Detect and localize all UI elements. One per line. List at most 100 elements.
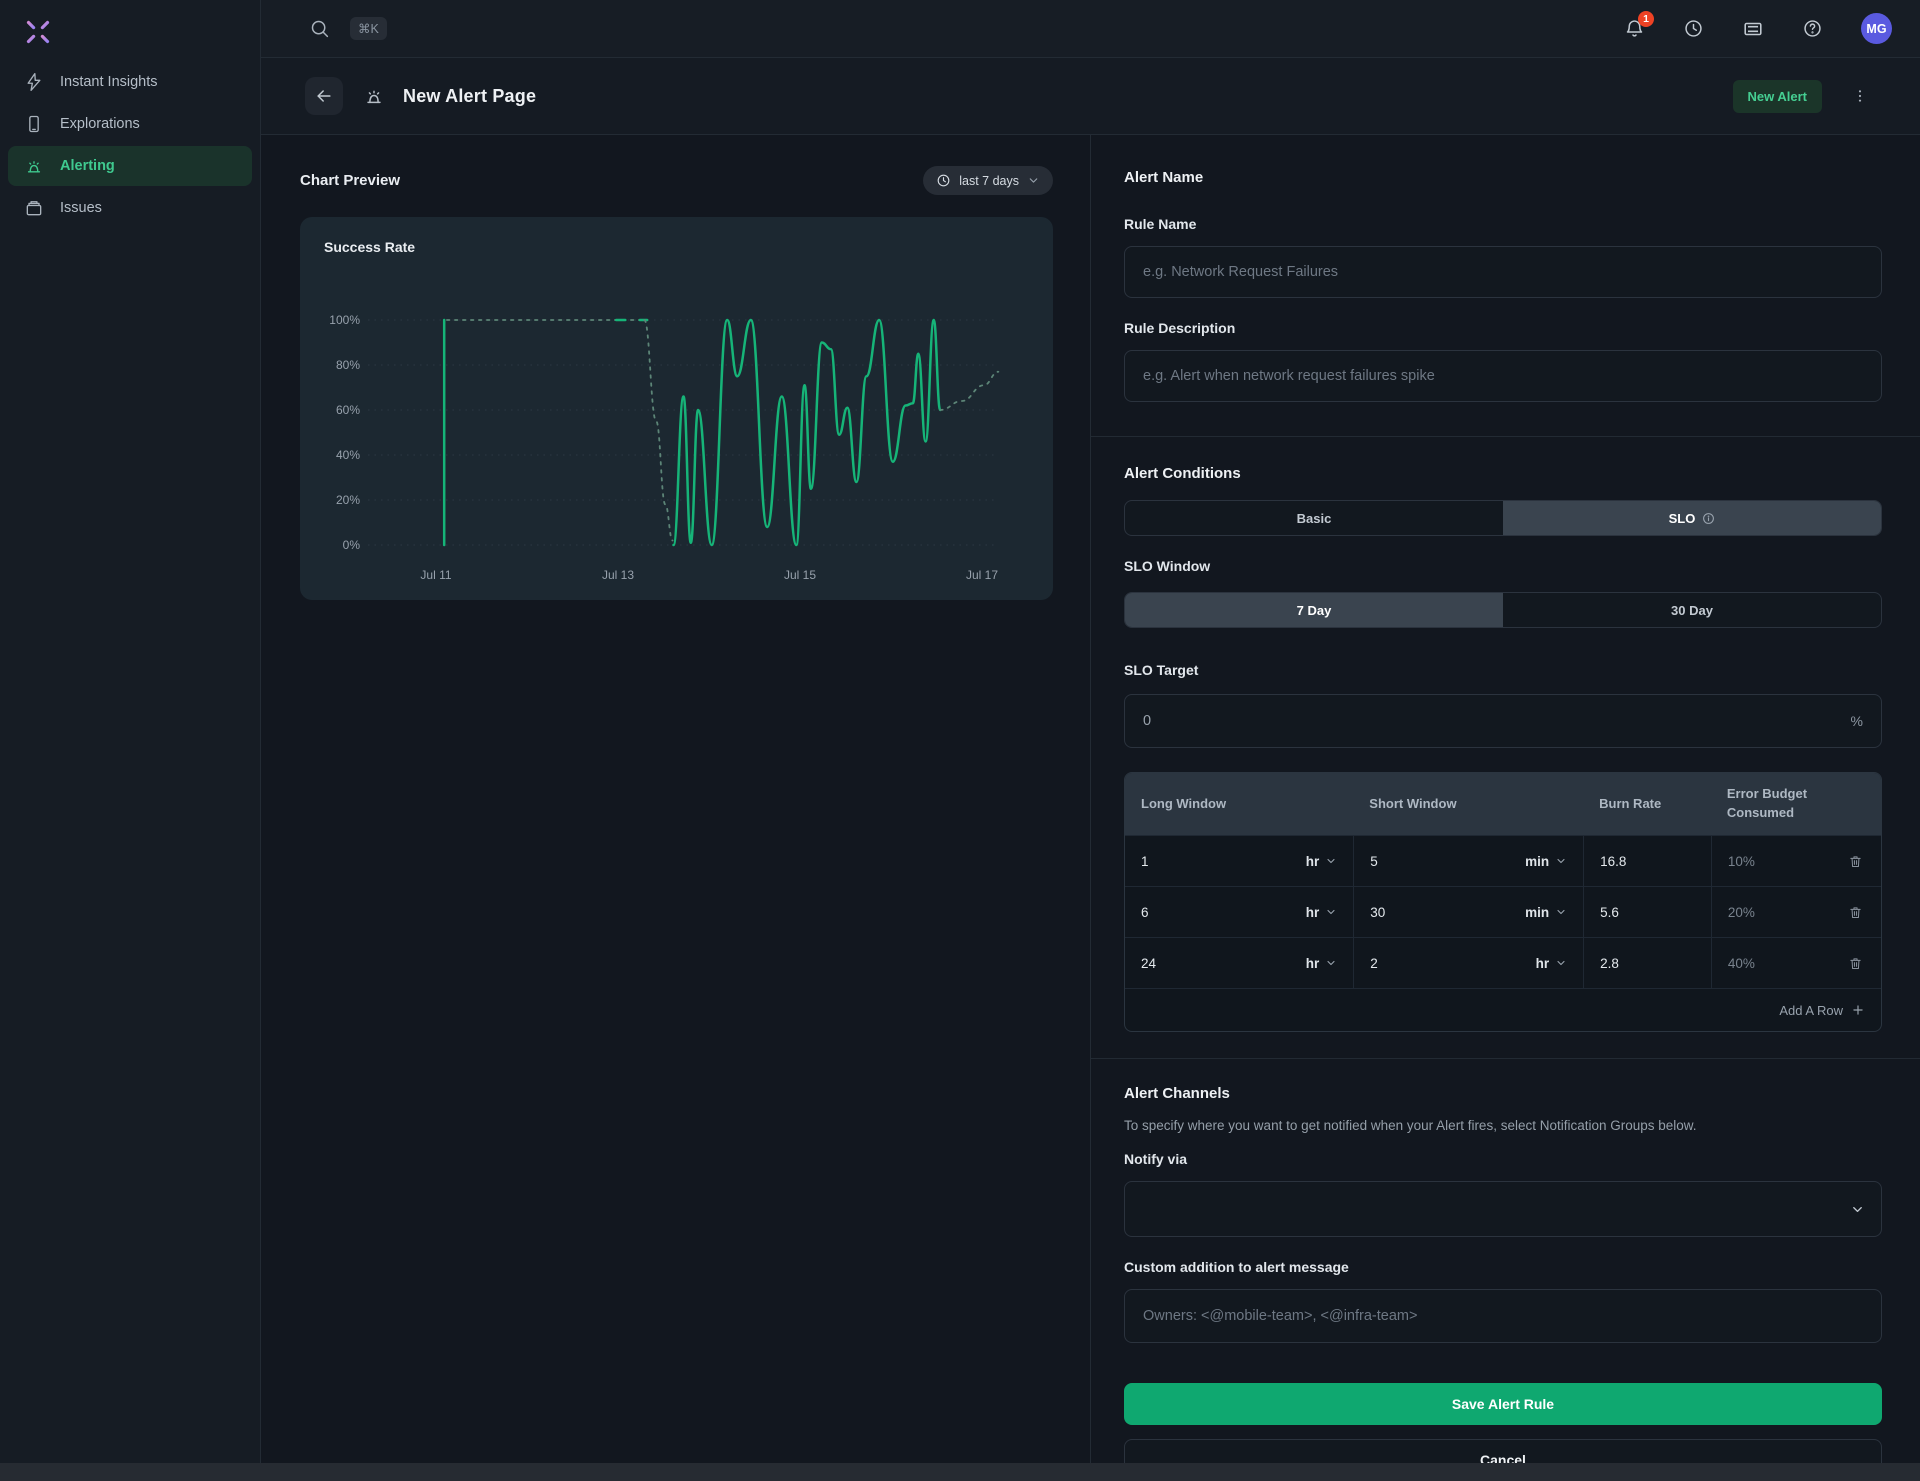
short-window-value[interactable]: 30 (1370, 905, 1385, 920)
alert-conditions-heading: Alert Conditions (1124, 465, 1882, 482)
section-divider (1091, 436, 1920, 437)
page-title: New Alert Page (403, 86, 536, 107)
column-header: Long Window (1125, 795, 1353, 814)
long-window-value[interactable]: 6 (1141, 905, 1149, 920)
error-budget-value: 20% (1728, 905, 1755, 920)
svg-text:100%: 100% (329, 313, 360, 327)
chevron-down-icon (1027, 174, 1040, 187)
bottom-scrollbar-strip[interactable] (0, 1463, 1920, 1481)
burn-rate-value[interactable]: 5.6 (1600, 905, 1619, 920)
sidebar-item-label: Explorations (60, 117, 140, 132)
keyboard-shortcuts-icon[interactable] (1742, 18, 1764, 40)
delete-row-icon[interactable] (1846, 954, 1865, 973)
tab-30-day[interactable]: 30 Day (1503, 593, 1881, 627)
new-alert-button[interactable]: New Alert (1733, 80, 1822, 113)
history-clock-icon[interactable] (1683, 18, 1704, 39)
short-window-unit-dropdown[interactable]: min (1525, 905, 1567, 920)
user-avatar[interactable]: MG (1861, 13, 1892, 44)
slo-window-toggle: 7 Day 30 Day (1124, 592, 1882, 628)
slo-target-input[interactable] (1143, 713, 1343, 729)
long-window-value[interactable]: 24 (1141, 956, 1156, 971)
search-shortcut-badge[interactable]: ⌘K (350, 17, 387, 40)
sidebar-item-label: Issues (60, 201, 102, 216)
sidebar-item-issues[interactable]: Issues (8, 188, 252, 228)
rule-description-input[interactable] (1124, 350, 1882, 402)
sidebar-nav: Instant Insights Explorations Alerting Issu… (0, 62, 260, 228)
table-row: 24 hr 2 hr 2.8 40% (1125, 937, 1881, 988)
sidebar-item-instant-insights[interactable]: Instant Insights (8, 62, 252, 102)
short-window-value[interactable]: 5 (1370, 854, 1378, 869)
lightning-icon (24, 72, 44, 92)
alert-name-heading: Alert Name (1124, 169, 1882, 186)
alert-page-icon (363, 85, 385, 107)
topbar: ⌘K 1 (261, 0, 1920, 58)
chart-preview-panel: Chart Preview last 7 days Success Rate 1… (261, 135, 1090, 1463)
info-icon (1702, 512, 1715, 525)
search-icon[interactable] (309, 18, 330, 39)
svg-text:80%: 80% (336, 358, 360, 372)
burn-rate-value[interactable]: 16.8 (1600, 854, 1626, 869)
alert-form-panel: Alert Name Rule Name Rule Description Al… (1090, 135, 1920, 1463)
notify-via-select[interactable] (1124, 1181, 1882, 1237)
table-row: 1hr 5min 16.810% (1125, 835, 1881, 886)
rule-name-input[interactable] (1124, 246, 1882, 298)
long-window-unit-dropdown[interactable]: hr (1306, 854, 1338, 869)
help-icon[interactable] (1802, 18, 1823, 39)
clock-icon (936, 173, 951, 188)
tab-7-day[interactable]: 7 Day (1125, 593, 1503, 627)
sidebar-item-alerting[interactable]: Alerting (8, 146, 252, 186)
success-rate-plot: 100%80%60%40%20%0%Jul 11Jul 13Jul 15Jul … (324, 263, 1029, 598)
chevron-down-icon (1325, 855, 1337, 867)
notification-count-badge: 1 (1638, 11, 1654, 27)
long-window-value[interactable]: 1 (1141, 854, 1149, 869)
app-window: Instant Insights Explorations Alerting Issu… (0, 0, 1920, 1463)
alarm-icon (24, 156, 44, 176)
sidebar-item-explorations[interactable]: Explorations (8, 104, 252, 144)
slo-target-label: SLO Target (1124, 662, 1882, 678)
section-divider (1091, 1058, 1920, 1059)
phone-icon (24, 114, 44, 134)
back-button[interactable] (305, 77, 343, 115)
slo-window-label: SLO Window (1124, 558, 1882, 574)
svg-text:20%: 20% (336, 493, 360, 507)
column-header: Error Budget Consumed (1711, 785, 1861, 823)
custom-addition-input[interactable] (1124, 1289, 1882, 1343)
table-row: 6 hr 30 min 5.6 20% (1125, 886, 1881, 937)
chart-preview-title: Chart Preview (300, 172, 400, 189)
svg-text:Jul 17: Jul 17 (966, 568, 998, 582)
tab-basic[interactable]: Basic (1125, 501, 1503, 535)
save-alert-rule-button[interactable]: Save Alert Rule (1124, 1383, 1882, 1425)
slo-target-field: % (1124, 694, 1882, 748)
plus-icon (1851, 1003, 1865, 1017)
svg-text:Jul 15: Jul 15 (784, 568, 816, 582)
add-row-button[interactable]: Add A Row (1125, 988, 1881, 1031)
app-logo[interactable] (0, 0, 260, 62)
long-window-unit-dropdown[interactable]: hr (1306, 905, 1338, 920)
long-window-unit-dropdown[interactable]: hr (1306, 956, 1338, 971)
notifications-bell-icon[interactable]: 1 (1624, 18, 1645, 39)
sidebar-item-label: Alerting (60, 159, 115, 174)
page-header: New Alert Page New Alert (261, 58, 1920, 135)
time-range-selector[interactable]: last 7 days (923, 166, 1053, 195)
notify-via-label: Notify via (1124, 1151, 1882, 1167)
burn-rate-value[interactable]: 2.8 (1600, 956, 1619, 971)
short-window-unit-dropdown[interactable]: hr (1536, 956, 1568, 971)
archive-icon (24, 198, 44, 218)
short-window-value[interactable]: 2 (1370, 956, 1378, 971)
table-header-row: Long WindowShort WindowBurn RateError Bu… (1125, 773, 1881, 835)
chevron-down-icon (1555, 957, 1567, 969)
success-rate-chart-card: Success Rate 100%80%60%40%20%0%Jul 11Jul… (300, 217, 1053, 600)
arrow-left-icon (314, 86, 334, 106)
tab-slo[interactable]: SLO (1503, 501, 1881, 535)
custom-addition-label: Custom addition to alert message (1124, 1259, 1882, 1275)
cancel-button[interactable]: Cancel (1124, 1439, 1882, 1463)
error-budget-value: 40% (1728, 956, 1755, 971)
delete-row-icon[interactable] (1846, 852, 1865, 871)
add-row-label: Add A Row (1779, 1003, 1843, 1018)
starburst-logo-icon (22, 16, 54, 48)
more-options-icon[interactable] (1848, 84, 1872, 108)
delete-row-icon[interactable] (1846, 903, 1865, 922)
short-window-unit-dropdown[interactable]: min (1525, 854, 1567, 869)
chevron-down-icon (1325, 906, 1337, 918)
sidebar: Instant Insights Explorations Alerting Issu… (0, 0, 261, 1463)
